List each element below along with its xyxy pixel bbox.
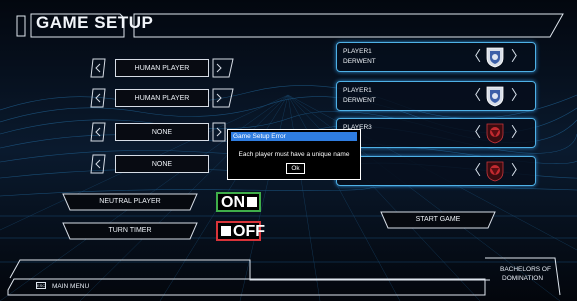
player-name: PLAYER1 (343, 48, 372, 55)
player-card[interactable]: PLAYER1 DERWENT 〈 〉 (336, 81, 536, 111)
prev-faction-chevron-icon[interactable]: 〈 (467, 125, 481, 139)
game-setup-screen: GAME SETUP HUMAN PLAYER HUMAN PLAYER NON… (0, 0, 577, 301)
turn-timer-option[interactable]: TURN TIMER (62, 222, 198, 240)
main-menu-link[interactable]: MAIN MENU (52, 283, 89, 290)
red-crest-icon (486, 161, 504, 182)
dialog-title: Game Setup Error (231, 132, 357, 141)
player-type-select[interactable]: HUMAN PLAYER (115, 59, 209, 77)
prev-type-arrow-icon[interactable] (90, 58, 106, 78)
player-type-select[interactable]: HUMAN PLAYER (115, 89, 209, 107)
derwent-crest-icon (486, 47, 504, 68)
error-dialog: Game Setup Error Each player must have a… (227, 129, 361, 180)
turn-timer-toggle[interactable]: OFF (216, 221, 265, 241)
player-type-select[interactable]: NONE (115, 123, 209, 141)
next-type-arrow-icon[interactable] (212, 122, 226, 142)
toggle-knob (247, 197, 257, 207)
brand-line-2: DOMINATION (502, 275, 544, 282)
neutral-player-toggle[interactable]: ON (216, 192, 261, 212)
player-name: PLAYER1 (343, 87, 372, 94)
prev-faction-chevron-icon[interactable]: 〈 (467, 49, 481, 63)
player-card[interactable]: PLAYER3 N 〈 〉 (336, 118, 536, 148)
next-faction-chevron-icon[interactable]: 〉 (511, 125, 525, 139)
next-faction-chevron-icon[interactable]: 〉 (511, 49, 525, 63)
next-faction-chevron-icon[interactable]: 〉 (511, 163, 525, 177)
prev-type-arrow-icon[interactable] (90, 154, 106, 174)
brand-line-1: BACHELORS OF (500, 266, 551, 273)
player-card[interactable]: R4 N 〈 〉 (336, 156, 536, 186)
player-faction: DERWENT (343, 58, 376, 65)
ok-button[interactable]: Ok (286, 163, 305, 174)
prev-faction-chevron-icon[interactable]: 〈 (467, 88, 481, 102)
prev-faction-chevron-icon[interactable]: 〈 (467, 163, 481, 177)
prev-type-arrow-icon[interactable] (90, 88, 106, 108)
derwent-crest-icon (486, 86, 504, 107)
player-type-select[interactable]: NONE (115, 155, 209, 173)
dialog-message: Each player must have a unique name (238, 151, 350, 158)
neutral-player-option[interactable]: NEUTRAL PLAYER (62, 193, 198, 211)
esc-key-icon: ESC (36, 282, 46, 289)
start-game-button[interactable]: START GAME (380, 211, 496, 229)
red-crest-icon (486, 123, 504, 144)
next-faction-chevron-icon[interactable]: 〉 (511, 88, 525, 102)
player-card[interactable]: PLAYER1 DERWENT 〈 〉 (336, 42, 536, 72)
toggle-knob (221, 226, 231, 236)
next-type-arrow-icon[interactable] (212, 88, 234, 108)
next-type-arrow-icon[interactable] (212, 58, 234, 78)
page-title: GAME SETUP (36, 13, 154, 32)
prev-type-arrow-icon[interactable] (90, 122, 106, 142)
player-faction: DERWENT (343, 97, 376, 104)
